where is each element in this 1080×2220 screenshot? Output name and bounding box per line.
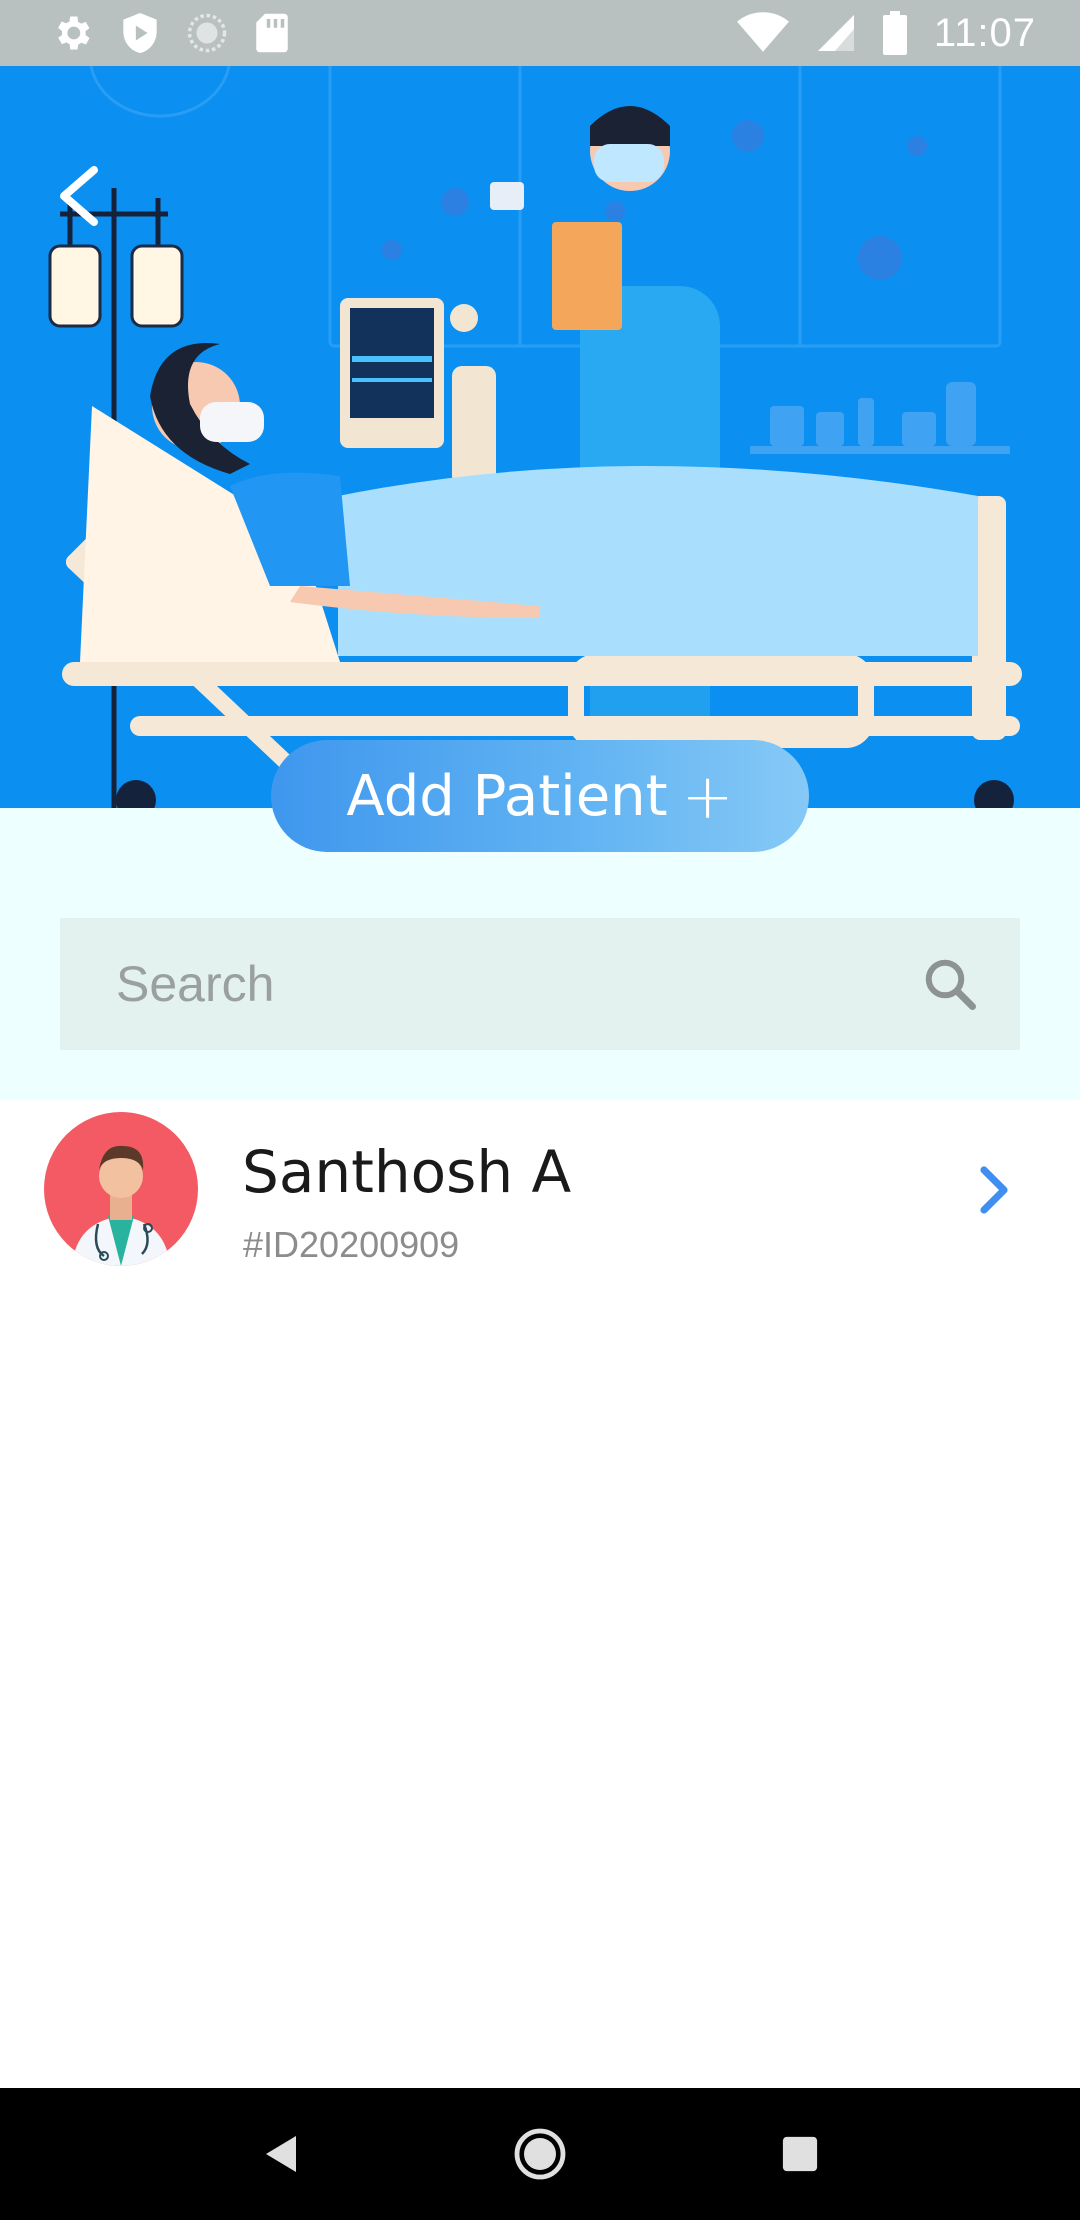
- patient-id: #ID20200909: [243, 1224, 460, 1265]
- screen: 11:07 Add Patient + Search Santhosh A #I…: [0, 0, 1080, 2220]
- sync-icon: [187, 13, 227, 53]
- add-patient-button[interactable]: Add Patient +: [271, 740, 809, 852]
- nav-recents-icon: [782, 2136, 818, 2172]
- hero-banner: [0, 66, 1080, 808]
- nav-home-icon: [514, 2128, 566, 2180]
- nav-back-icon: [266, 2136, 296, 2172]
- search-icon[interactable]: [920, 954, 980, 1014]
- add-patient-label: Add Patient: [346, 763, 668, 829]
- cell-signal-icon: [817, 15, 854, 51]
- search-bar: [60, 918, 1020, 1050]
- search-input[interactable]: [116, 955, 920, 1013]
- plus-icon: +: [681, 759, 734, 833]
- patient-list: Santhosh A #ID20200909: [0, 1100, 1080, 1270]
- list-item[interactable]: Santhosh A #ID20200909: [0, 1100, 1080, 1270]
- hospital-patient-illustration: [48, 66, 1022, 808]
- sd-card-icon: [256, 13, 288, 53]
- wifi-icon: [736, 12, 789, 52]
- nav-recents-button[interactable]: [765, 2119, 835, 2189]
- nav-home-button[interactable]: [505, 2119, 575, 2189]
- status-right-icons: 11:07: [736, 11, 1036, 56]
- status-bar: 11:07: [0, 0, 1080, 66]
- patient-name: Santhosh A: [242, 1138, 572, 1206]
- play-protect-icon: [123, 13, 157, 53]
- battery-icon: [882, 11, 907, 55]
- status-left-icons: [50, 11, 290, 55]
- chevron-right-icon[interactable]: [976, 1164, 1012, 1216]
- nav-back-button[interactable]: [245, 2119, 315, 2189]
- status-time: 11:07: [933, 10, 1036, 55]
- doctor-avatar-icon: [44, 1112, 198, 1266]
- system-nav-bar: [0, 2088, 1080, 2220]
- back-arrow-icon[interactable]: [52, 160, 108, 234]
- settings-icon: [58, 16, 90, 50]
